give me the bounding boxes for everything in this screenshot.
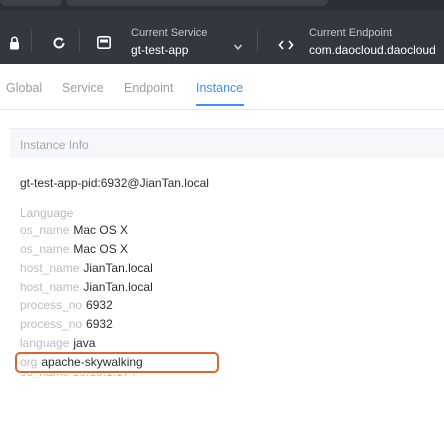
tab-bar: Global Service Endpoint Instance bbox=[0, 64, 444, 110]
attribute-key: os_name bbox=[20, 223, 70, 237]
attribute-row: os_name Mac OS X bbox=[20, 242, 128, 256]
service-icon bbox=[97, 36, 111, 52]
clipped-attribute-row: os_name 10.13.1.174 bbox=[20, 374, 160, 378]
attribute-row: language java bbox=[20, 336, 95, 350]
refresh-icon[interactable] bbox=[52, 36, 66, 53]
top-strip-tab[interactable] bbox=[0, 0, 62, 6]
attribute-key: process_no bbox=[20, 298, 83, 312]
top-bar: Current Service gt-test-app Current Endp… bbox=[0, 0, 444, 64]
tab-endpoint[interactable]: Endpoint bbox=[124, 81, 173, 95]
attributes-heading: Language bbox=[20, 206, 74, 220]
attribute-value: 6932 bbox=[86, 298, 113, 312]
current-endpoint-value[interactable]: com.daocloud.daocloud bbox=[309, 43, 436, 57]
separator bbox=[79, 30, 80, 52]
highlight-box bbox=[15, 352, 219, 373]
tab-service[interactable]: Service bbox=[62, 81, 104, 95]
current-endpoint-label: Current Endpoint bbox=[309, 27, 393, 39]
panel-header: Instance Info bbox=[10, 128, 444, 158]
active-tab-indicator bbox=[196, 104, 244, 106]
code-icon bbox=[278, 38, 294, 53]
attribute-key: host_name bbox=[20, 280, 80, 294]
attribute-value: Mac OS X bbox=[73, 223, 129, 237]
attribute-key: os_name bbox=[20, 242, 70, 256]
attribute-value: java bbox=[73, 336, 96, 350]
instance-info-panel: Instance Info gt-test-app-pid:6932@JianT… bbox=[10, 128, 444, 424]
tab-global[interactable]: Global bbox=[6, 81, 42, 95]
attribute-key: language bbox=[20, 336, 70, 350]
attribute-row: host_name JianTan.local bbox=[20, 261, 153, 275]
attribute-key: host_name bbox=[20, 261, 80, 275]
panel-title: Instance Info bbox=[20, 138, 89, 152]
current-service-value[interactable]: gt-test-app bbox=[131, 43, 188, 57]
attribute-row: host_name JianTan.local bbox=[20, 280, 153, 294]
attribute-value: JianTan.local bbox=[83, 280, 153, 294]
attribute-value: Mac OS X bbox=[73, 242, 129, 256]
lock-icon[interactable] bbox=[9, 36, 20, 53]
top-strip-tab[interactable] bbox=[66, 0, 328, 6]
attribute-row: os_name Mac OS X bbox=[20, 223, 128, 237]
attribute-key: process_no bbox=[20, 317, 83, 331]
attribute-value: 6932 bbox=[86, 317, 113, 331]
separator bbox=[257, 30, 258, 52]
attribute-row: process_no 6932 bbox=[20, 298, 113, 312]
current-service-label: Current Service bbox=[131, 27, 208, 39]
attribute-row: process_no 6932 bbox=[20, 317, 113, 331]
tab-instance[interactable]: Instance bbox=[196, 81, 243, 95]
instance-name: gt-test-app-pid:6932@JianTan.local bbox=[20, 176, 209, 190]
attribute-value: JianTan.local bbox=[83, 261, 153, 275]
chevron-down-icon[interactable] bbox=[233, 41, 243, 55]
separator bbox=[31, 30, 32, 52]
top-strip bbox=[0, 0, 444, 10]
